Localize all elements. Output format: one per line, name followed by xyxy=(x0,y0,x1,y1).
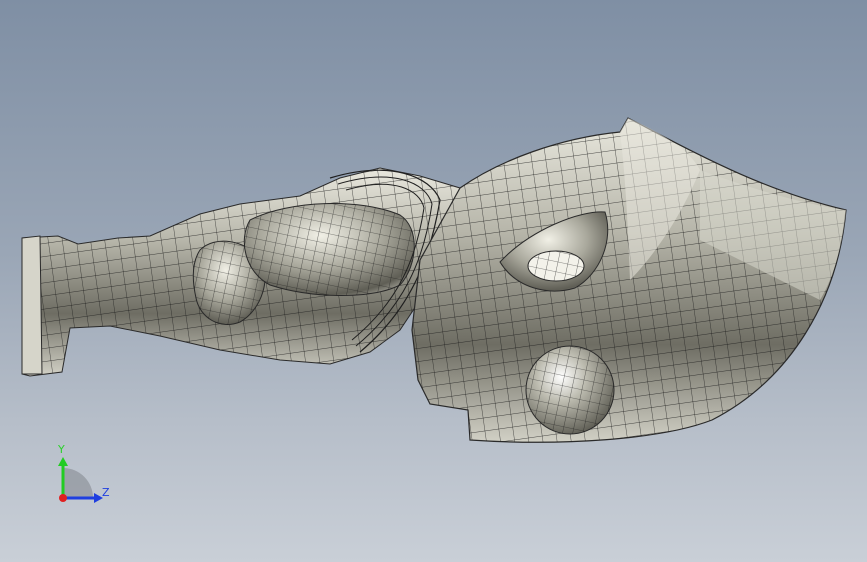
triad-z-label: Z xyxy=(102,486,110,499)
y-axis-arrowhead-icon xyxy=(58,457,68,466)
triad-sector-icon xyxy=(63,468,93,498)
3d-model-view[interactable] xyxy=(0,0,867,562)
triad-y-label: Y xyxy=(58,443,65,456)
x-axis-origin-icon xyxy=(59,494,67,502)
arm-mesh-body xyxy=(21,167,461,377)
graphics-viewport[interactable]: Y Z xyxy=(0,0,867,562)
helmet-mesh-body xyxy=(411,117,847,443)
